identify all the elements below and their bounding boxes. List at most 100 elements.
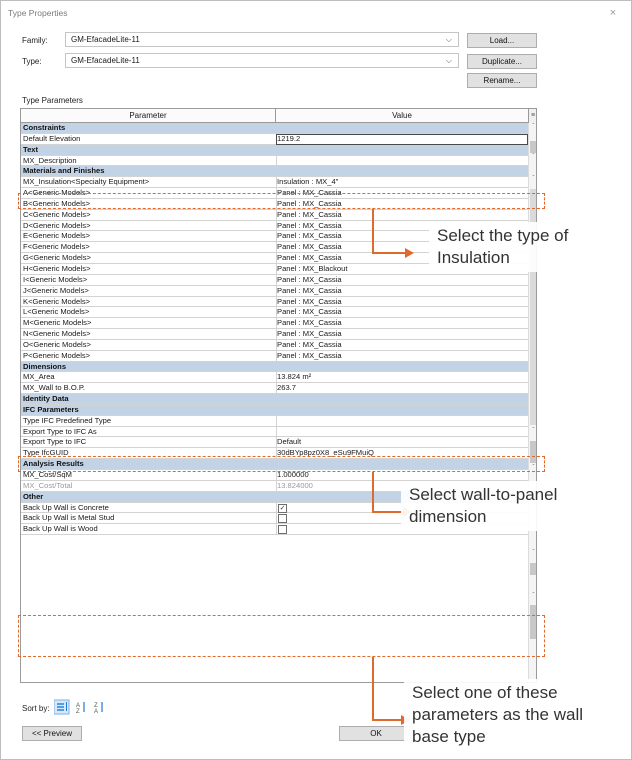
parameter-value[interactable]: Panel : MX_Cassia (277, 253, 342, 263)
preview-button[interactable]: << Preview (22, 726, 82, 741)
parameter-name: P<Generic Models> (23, 350, 91, 360)
scrollbar-segment[interactable] (530, 141, 536, 153)
callout-line (372, 472, 374, 512)
parameter-value[interactable]: Panel : MX_Cassia (277, 340, 342, 350)
sort-descending-icon[interactable]: Z A (94, 702, 103, 715)
group-label: Materials and Finishes (23, 166, 105, 176)
parameter-value[interactable]: Panel : MX_Cassia (277, 307, 342, 317)
group-label: Constraints (23, 123, 66, 132)
parameter-value[interactable]: Panel : MX_Cassia (277, 329, 342, 339)
group-label: Other (23, 491, 44, 501)
parameter-name: Export Type to IFC As (23, 426, 97, 436)
column-divider (276, 502, 277, 514)
parameter-value[interactable]: Panel : MX_Cassia (277, 231, 342, 241)
parameter-value[interactable]: Panel : MX_Cassia (277, 351, 342, 361)
callout-line (372, 511, 404, 513)
chevron-down-icon: ⌵ (445, 35, 452, 44)
type-label: Type: (22, 57, 42, 66)
parameter-value[interactable]: Panel : MX_Cassia (277, 318, 342, 328)
parameter-row[interactable]: C<Generic Models> Panel : MX_Cassia (21, 209, 528, 221)
parameter-value[interactable]: Panel : MX_Blackout (277, 264, 348, 274)
family-value: GM-EfacadeLite-11 (71, 35, 140, 44)
parameter-checkbox[interactable]: ✓ (278, 503, 287, 513)
rename-button[interactable]: Rename... (467, 73, 537, 88)
duplicate-button[interactable]: Duplicate... (467, 54, 537, 69)
parameter-row[interactable]: Export Type to IFC Default (21, 437, 528, 449)
parameter-row[interactable]: Type IFC Predefined Type (21, 415, 528, 427)
family-select[interactable]: GM-EfacadeLite-11 ⌵ (65, 32, 459, 47)
parameter-value[interactable]: Panel : MX_Cassia (277, 275, 342, 285)
parameter-row[interactable]: J<Generic Models> Panel : MX_Cassia (21, 285, 528, 297)
parameter-row[interactable]: Default Elevation 1219.2 (21, 133, 528, 145)
collapse-icon[interactable]: ˆ (531, 428, 536, 434)
parameter-checkbox[interactable] (278, 514, 287, 524)
group-label: Identity Data (23, 394, 69, 404)
sort-by-label: Sort by: (22, 704, 50, 713)
type-select[interactable]: GM-EfacadeLite-11 ⌵ (65, 53, 459, 68)
parameter-name: MX_Wall to B.O.P. (23, 383, 86, 393)
value-edit-field[interactable] (276, 133, 528, 145)
dialog-title: Type Properties (8, 8, 68, 18)
svg-text:Z: Z (76, 709, 80, 715)
group-row[interactable]: IFC Parameters (21, 404, 528, 416)
parameter-name: Back Up Wall is Wood (23, 524, 98, 534)
parameter-row[interactable]: L<Generic Models> Panel : MX_Cassia (21, 307, 528, 319)
group-row[interactable]: Materials and Finishes (21, 166, 528, 178)
parameter-name: MX_Description (23, 155, 77, 165)
value-column-header[interactable]: Value (276, 109, 528, 123)
group-label: IFC Parameters (23, 404, 79, 414)
parameter-row[interactable]: O<Generic Models> Panel : MX_Cassia (21, 339, 528, 351)
group-row[interactable]: Text (21, 144, 528, 156)
parameter-row[interactable]: N<Generic Models> Panel : MX_Cassia (21, 329, 528, 341)
parameter-value[interactable]: 13.824 m² (277, 372, 311, 382)
collapse-icon[interactable]: ˆ (531, 593, 536, 599)
callout-line (372, 657, 374, 720)
group-row[interactable]: Constraints (21, 123, 528, 134)
parameter-value[interactable]: Panel : MX_Cassia (277, 221, 342, 231)
type-parameters-label: Type Parameters (22, 96, 83, 105)
column-divider (276, 513, 277, 525)
parameter-row[interactable]: P<Generic Models> Panel : MX_Cassia (21, 350, 528, 362)
collapse-icon[interactable]: ˆ (531, 176, 536, 182)
grouped-sort-icon[interactable] (54, 699, 70, 715)
scrollbar-segment[interactable] (530, 563, 536, 575)
parameter-name: D<Generic Models> (23, 220, 91, 230)
parameter-value[interactable]: Panel : MX_Cassia (277, 242, 342, 252)
ok-button[interactable]: OK (339, 726, 413, 741)
load-button[interactable]: Load... (467, 33, 537, 48)
parameter-column-header[interactable]: Parameter (21, 109, 276, 123)
parameter-checkbox[interactable] (278, 525, 287, 535)
parameter-value[interactable]: Panel : MX_Cassia (277, 210, 342, 220)
family-label: Family: (22, 36, 48, 45)
parameter-row[interactable]: MX_Insulation<Specialty Equipment> Insula… (21, 177, 528, 189)
parameter-row[interactable]: I<Generic Models> Panel : MX_Cassia (21, 274, 528, 286)
parameter-value[interactable]: 263.7 (277, 383, 296, 393)
parameter-row[interactable]: MX_Wall to B.O.P. 263.7 (21, 383, 528, 395)
parameter-value[interactable]: Panel : MX_Cassia (277, 286, 342, 296)
group-row[interactable]: Identity Data (21, 394, 528, 405)
parameter-row[interactable]: M<Generic Models> Panel : MX_Cassia (21, 318, 528, 330)
group-row[interactable]: Dimensions (21, 361, 528, 373)
parameter-value[interactable]: Panel : MX_Cassia (277, 297, 342, 307)
column-divider (276, 415, 277, 427)
collapse-icon[interactable]: ˆ (531, 124, 536, 130)
parameter-value[interactable]: Insulation : MX_4" (277, 177, 338, 187)
parameter-name: E<Generic Models> (23, 231, 91, 241)
collapse-icon[interactable]: ˆ (531, 154, 536, 160)
collapse-icon[interactable]: ˆ (531, 550, 536, 556)
parameter-value[interactable]: 13.824000 (277, 481, 313, 491)
parameter-row[interactable]: MX_Description (21, 155, 528, 167)
parameter-name: J<Generic Models> (23, 285, 89, 295)
parameter-name: Back Up Wall is Metal Stud (23, 513, 115, 523)
parameter-name: Default Elevation (23, 133, 81, 143)
column-sort-icon[interactable]: ≡ (528, 109, 536, 123)
column-divider (276, 524, 277, 536)
parameter-value[interactable]: Default (277, 437, 301, 447)
parameter-row[interactable]: K<Generic Models> Panel : MX_Cassia (21, 296, 528, 308)
arrow-head-icon (405, 248, 414, 258)
close-icon[interactable]: × (605, 5, 621, 21)
parameter-name: MX_Area (23, 372, 55, 382)
parameter-row[interactable]: MX_Area 13.824 m² (21, 372, 528, 384)
parameter-row[interactable]: Export Type to IFC As (21, 426, 528, 438)
sort-ascending-icon[interactable]: A Z (76, 702, 85, 715)
